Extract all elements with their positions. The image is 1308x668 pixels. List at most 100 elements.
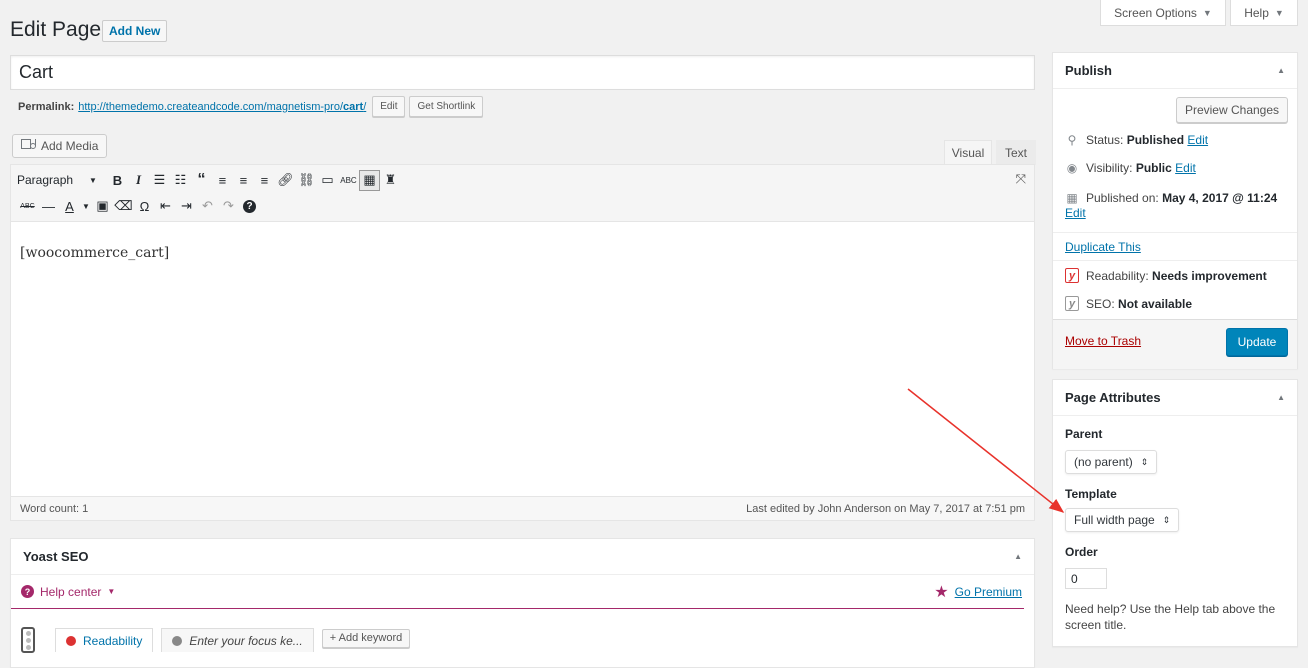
- pin-icon: ⚲: [1067, 133, 1077, 147]
- help-center-label: Help center: [40, 584, 102, 599]
- remove-link-icon[interactable]: ⛓: [296, 170, 317, 191]
- yoast-box-header[interactable]: Yoast SEO ▲: [11, 539, 1034, 575]
- red-status-dot-icon: [66, 635, 76, 646]
- add-media-button[interactable]: Add Media: [12, 134, 108, 158]
- strikethrough-icon[interactable]: ABC: [17, 196, 38, 217]
- page-attributes-help: Need help? Use the Help tab above the sc…: [1065, 602, 1276, 632]
- edit-date-link[interactable]: Edit: [1065, 206, 1086, 220]
- readability-row: y Readability: Needs improvement: [1065, 268, 1267, 283]
- duplicate-this-link[interactable]: Duplicate This: [1065, 240, 1141, 254]
- visibility-value: Public: [1135, 161, 1172, 175]
- seo-value: Not available: [1118, 296, 1193, 311]
- editor-content[interactable]: [woocommerce_cart]: [20, 245, 169, 261]
- update-button[interactable]: Update: [1226, 328, 1288, 356]
- visibility-row: ◉ Visibility: Public Edit: [1065, 161, 1196, 175]
- editor-toolbar: Paragraph ▼ B I ☰ ☷ “ ≡ ≡ ≡ 🔗︎ ⛓ ▭ ABC ▦…: [11, 165, 1034, 222]
- help-label: Help: [1244, 5, 1269, 20]
- keyboard-shortcuts-icon[interactable]: ?: [239, 196, 260, 217]
- traffic-light-icon: [21, 627, 35, 653]
- order-input[interactable]: 0: [1065, 568, 1107, 589]
- preview-changes-button[interactable]: Preview Changes: [1176, 97, 1288, 123]
- yoast-readability-icon: y: [1065, 268, 1079, 283]
- word-count: Word count: 1: [20, 502, 89, 515]
- caret-down-icon: ▼: [1202, 7, 1212, 18]
- edit-visibility-link[interactable]: Edit: [1175, 161, 1196, 175]
- bold-icon[interactable]: B: [107, 170, 128, 191]
- toolbar-toggle-icon[interactable]: ▦: [358, 169, 380, 191]
- paste-as-text-icon[interactable]: ▣: [92, 196, 113, 217]
- increase-indent-icon[interactable]: ⇥: [176, 196, 197, 217]
- template-select-value: Full width page: [1074, 513, 1155, 527]
- get-shortlink-button[interactable]: Get Shortlink: [409, 96, 484, 117]
- tab-text[interactable]: Text: [996, 140, 1036, 165]
- redo-icon[interactable]: ↷: [218, 196, 239, 217]
- text-color-icon[interactable]: A: [59, 196, 80, 217]
- question-icon: ?: [21, 585, 34, 598]
- spellcheck-icon[interactable]: ABC: [338, 170, 359, 191]
- fullscreen-icon[interactable]: ⤧: [1016, 171, 1026, 187]
- insert-link-icon[interactable]: 🔗︎: [275, 170, 296, 191]
- collapse-icon[interactable]: ▲: [1277, 66, 1285, 75]
- permalink-slug: cart: [343, 100, 364, 113]
- add-keyword-button[interactable]: + Add keyword: [321, 628, 411, 648]
- add-new-button[interactable]: Add New: [102, 20, 168, 42]
- visibility-label: Visibility:: [1086, 161, 1133, 175]
- seo-label: SEO:: [1086, 296, 1115, 311]
- go-premium-label: Go Premium: [954, 584, 1022, 599]
- readability-value: Needs improvement: [1152, 268, 1267, 283]
- toolbar-row-2: ABC — A ▼ ▣ ⌫ Ω ⇤ ⇥ ↶ ↷ ?: [17, 195, 260, 217]
- tab-focus-keyword[interactable]: Enter your focus ke...: [161, 628, 314, 652]
- add-media-label: Add Media: [41, 139, 99, 153]
- parent-select[interactable]: (no parent) ⇕: [1065, 450, 1158, 474]
- status-value: Published: [1126, 133, 1185, 147]
- horizontal-line-icon[interactable]: —: [38, 196, 59, 217]
- template-select[interactable]: Full width page ⇕: [1065, 508, 1180, 532]
- status-label: Status:: [1086, 133, 1124, 147]
- undo-icon[interactable]: ↶: [197, 196, 218, 217]
- clear-formatting-icon[interactable]: ⌫: [113, 196, 134, 217]
- blockquote-icon[interactable]: “: [191, 170, 212, 191]
- caret-down-icon[interactable]: ▼: [80, 196, 92, 217]
- publish-box-title: Publish: [1065, 63, 1112, 78]
- help-center-toggle[interactable]: ? Help center ▼: [21, 585, 115, 599]
- editor-frame: Paragraph ▼ B I ☰ ☷ “ ≡ ≡ ≡ 🔗︎ ⛓ ▭ ABC ▦…: [10, 164, 1035, 521]
- bulleted-list-icon[interactable]: ☰: [149, 170, 170, 191]
- collapse-icon[interactable]: ▲: [1277, 393, 1285, 402]
- permalink-row: Permalink: http://themedemo.createandcod…: [18, 96, 484, 117]
- special-character-icon[interactable]: Ω: [134, 196, 155, 217]
- align-center-icon[interactable]: ≡: [233, 170, 254, 191]
- help-button[interactable]: Help ▼: [1230, 0, 1298, 26]
- collapse-icon[interactable]: ▲: [1014, 552, 1022, 561]
- edit-permalink-button[interactable]: Edit: [372, 96, 406, 117]
- tab-readability[interactable]: Readability: [55, 628, 154, 652]
- edit-status-link[interactable]: Edit: [1187, 133, 1208, 147]
- permalink-base: http://themedemo.createandcode.com/magne…: [78, 100, 343, 113]
- caret-down-icon: ▼: [89, 175, 97, 185]
- select-arrows-icon: ⇕: [1140, 456, 1149, 467]
- calendar-icon: ▦: [1066, 191, 1078, 205]
- publish-box: Publish ▲ Preview Changes ⚲ Status: Publ…: [1052, 52, 1298, 369]
- numbered-list-icon[interactable]: ☷: [170, 170, 191, 191]
- tab-visual[interactable]: Visual: [944, 140, 992, 165]
- read-more-icon[interactable]: ▭: [317, 170, 338, 191]
- permalink-link[interactable]: http://themedemo.createandcode.com/magne…: [78, 101, 366, 113]
- publish-box-header[interactable]: Publish ▲: [1053, 53, 1297, 89]
- format-select-value: Paragraph: [17, 173, 74, 187]
- move-to-trash-link[interactable]: Move to Trash: [1065, 334, 1141, 348]
- incognito-icon[interactable]: ♜: [380, 170, 401, 191]
- focus-keyword-tab-label: Enter your focus ke...: [189, 633, 303, 648]
- screen-options-button[interactable]: Screen Options ▼: [1100, 0, 1226, 26]
- go-premium-link[interactable]: ★ Go Premium: [934, 582, 1022, 602]
- italic-icon[interactable]: I: [128, 170, 149, 191]
- eye-icon: ◉: [1066, 161, 1078, 175]
- toolbar-row-1: Paragraph ▼ B I ☰ ☷ “ ≡ ≡ ≡ 🔗︎ ⛓ ▭ ABC ▦…: [17, 169, 401, 191]
- decrease-indent-icon[interactable]: ⇤: [155, 196, 176, 217]
- align-left-icon[interactable]: ≡: [212, 170, 233, 191]
- format-select[interactable]: Paragraph ▼: [17, 173, 107, 187]
- caret-down-icon: ▼: [1274, 7, 1284, 18]
- page-attributes-header[interactable]: Page Attributes ▲: [1053, 380, 1297, 416]
- align-right-icon[interactable]: ≡: [254, 170, 275, 191]
- media-icon: [21, 138, 36, 154]
- seo-row: y SEO: Not available: [1065, 296, 1192, 311]
- post-title-input[interactable]: Cart: [10, 55, 1035, 90]
